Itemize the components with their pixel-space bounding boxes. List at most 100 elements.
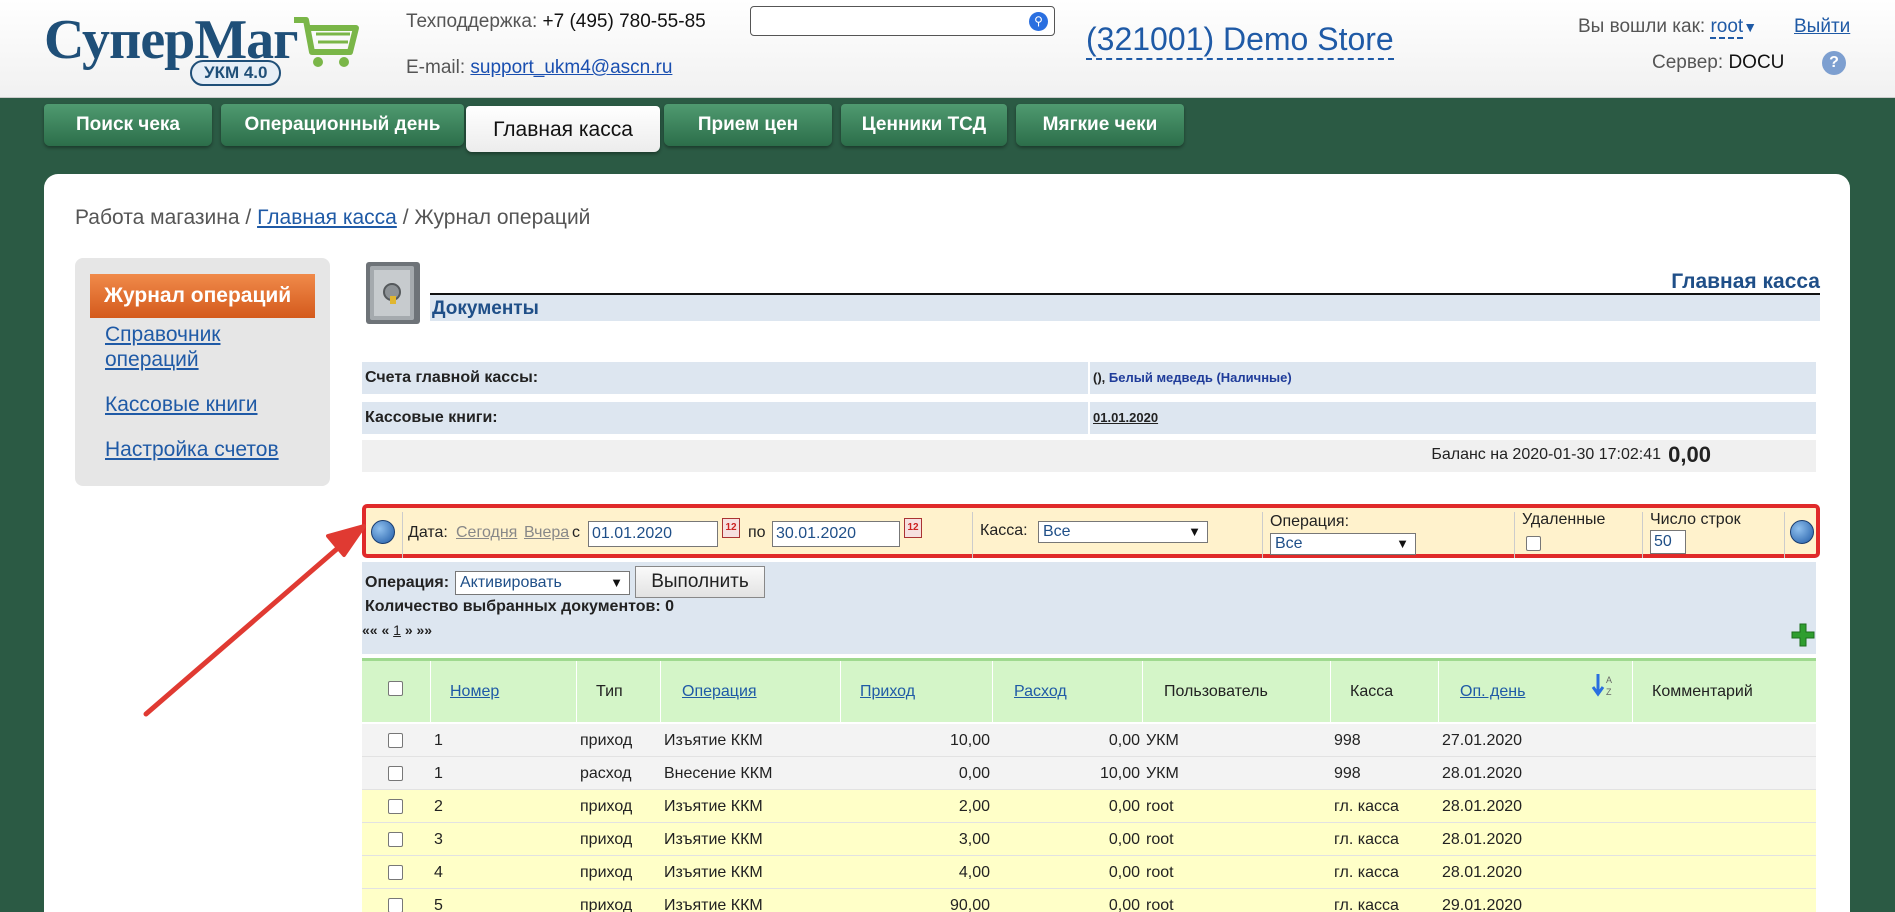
column-header-expense[interactable]: Расход: [1014, 661, 1067, 722]
divider: [1514, 512, 1515, 558]
sidebar-item-accounts-settings[interactable]: Настройка счетов: [105, 437, 279, 462]
cell-kassa: гл. касса: [1334, 831, 1399, 848]
to-label: по: [748, 524, 766, 541]
store-selector[interactable]: (321001) Demo Store: [1086, 20, 1394, 60]
table-row[interactable]: 1 расход Внесение ККМ 0,00 10,00 УКМ 998 28.01.…: [362, 757, 1816, 790]
column-header-operation[interactable]: Операция: [682, 661, 757, 722]
support-email-link[interactable]: support_ukm4@ascn.ru: [470, 57, 672, 78]
kassa-select[interactable]: Все ▼: [1038, 521, 1208, 543]
column-header-user: Пользователь: [1164, 683, 1268, 700]
cell-user: root: [1146, 798, 1174, 815]
column-header-comment: Комментарий: [1652, 683, 1753, 700]
tab-soft-checks[interactable]: Мягкие чеки: [1016, 104, 1184, 146]
filter-bar: Дата: Сегодня Вчера с 01.01.2020 12 по 3…: [362, 504, 1820, 558]
cell-out: 0,00: [1108, 732, 1140, 749]
divider: [576, 661, 577, 722]
cell-kassa: гл. касса: [1334, 897, 1399, 912]
yesterday-link[interactable]: Вчера: [524, 524, 569, 542]
divider: [1632, 661, 1633, 722]
sidebar-item-cash-books[interactable]: Кассовые книги: [105, 392, 258, 417]
date-label: Дата:: [408, 524, 448, 541]
tab-price-tags-tsd[interactable]: Ценники ТСД: [841, 104, 1007, 146]
pager-page[interactable]: 1: [393, 622, 401, 638]
refresh-icon[interactable]: [371, 520, 395, 544]
select-all-checkbox[interactable]: [388, 681, 403, 696]
column-header-number[interactable]: Номер: [450, 661, 499, 722]
breadcrumb-main-cash-link[interactable]: Главная касса: [257, 206, 397, 229]
cell-op: Изъятие ККМ: [664, 864, 763, 881]
logout-link[interactable]: Выйти: [1794, 16, 1850, 38]
cell-type: приход: [580, 732, 633, 749]
table-row[interactable]: 2 приход Изъятие ККМ 2,00 0,00 root гл. касса 2…: [362, 790, 1816, 823]
rows-count-input[interactable]: 50: [1650, 530, 1686, 554]
search-icon[interactable]: ⚲: [1029, 12, 1048, 31]
sort-desc-icon[interactable]: A Z: [1590, 672, 1618, 700]
add-icon[interactable]: [1790, 622, 1816, 648]
today-link[interactable]: Сегодня: [456, 524, 517, 542]
deleted-checkbox[interactable]: [1526, 536, 1541, 551]
row-checkbox[interactable]: [388, 898, 403, 912]
search-input[interactable]: ⚲: [750, 6, 1055, 36]
calendar-icon[interactable]: 12: [722, 518, 740, 538]
column-header-income[interactable]: Приход: [860, 661, 915, 722]
row-checkbox[interactable]: [388, 733, 403, 748]
login-label: Вы вошли как:: [1578, 16, 1706, 37]
svg-text:Z: Z: [1606, 687, 1612, 697]
tab-operational-day[interactable]: Операционный день: [221, 104, 464, 146]
section-title: Главная касса: [1671, 270, 1820, 293]
accounts-link[interactable]: Белый медведь (Наличные): [1109, 370, 1292, 385]
sidebar-item-operations-journal[interactable]: Журнал операций: [90, 274, 315, 318]
calendar-icon[interactable]: 12: [904, 518, 922, 538]
cell-day: 27.01.2020: [1442, 732, 1523, 749]
accounts-value: (), Белый медведь (Наличные): [1090, 362, 1816, 394]
cell-in: 90,00: [949, 897, 990, 912]
divider: [1142, 661, 1143, 722]
chevron-down-icon: ▼: [610, 575, 623, 590]
from-label: с: [572, 524, 580, 541]
tab-main-cash[interactable]: Главная касса: [466, 106, 660, 152]
column-header-op-day[interactable]: Оп. день: [1460, 661, 1525, 722]
chevron-down-icon: ▼: [1396, 536, 1409, 551]
cell-op: Внесение ККМ: [664, 765, 773, 782]
user-menu[interactable]: root: [1710, 16, 1744, 39]
execute-button[interactable]: Выполнить: [635, 566, 765, 598]
table-row[interactable]: 5 приход Изъятие ККМ 90,00 0,00 root гл. касса…: [362, 889, 1816, 912]
operation-filter-select[interactable]: Все ▼: [1270, 533, 1416, 555]
cell-num: 1: [434, 765, 443, 782]
pager-next[interactable]: » »»: [405, 622, 432, 638]
cell-kassa: гл. касса: [1334, 864, 1399, 881]
cell-comment: [1636, 889, 1806, 912]
tab-check-search[interactable]: Поиск чека: [44, 104, 212, 146]
supermag-logo[interactable]: СуперМаг УКМ 4.0: [44, 8, 359, 88]
tab-price-receipt[interactable]: Прием цен: [664, 104, 832, 146]
table-row[interactable]: 1 приход Изъятие ККМ 10,00 0,00 УКМ 998 27.01.2…: [362, 724, 1816, 757]
cell-type: приход: [580, 897, 633, 912]
row-checkbox[interactable]: [388, 766, 403, 781]
accounts-row: Счета главной кассы: (), Белый медведь (…: [362, 362, 1816, 394]
cash-book-link[interactable]: 01.01.2020: [1093, 410, 1158, 425]
bulk-operation-select[interactable]: Активировать ▼: [455, 571, 630, 595]
divider: [402, 512, 403, 558]
cell-op: Изъятие ККМ: [664, 897, 763, 912]
refresh-icon[interactable]: [1790, 520, 1814, 544]
documents-title: Документы: [432, 298, 539, 319]
breadcrumb-root: Работа магазина: [75, 206, 240, 229]
row-checkbox[interactable]: [388, 865, 403, 880]
sidebar-item-operations-reference[interactable]: Справочник операций: [105, 322, 221, 372]
date-to-input[interactable]: 30.01.2020: [772, 521, 900, 547]
table-row[interactable]: 3 приход Изъятие ККМ 3,00 0,00 root гл. касса 2…: [362, 823, 1816, 856]
balance-value: 0,00: [1668, 442, 1711, 467]
table-row[interactable]: 4 приход Изъятие ККМ 4,00 0,00 root гл. касса 2…: [362, 856, 1816, 889]
breadcrumb-separator: /: [402, 206, 409, 229]
chevron-down-icon[interactable]: ▼: [1743, 19, 1757, 35]
sidebar-item-label: Справочник: [105, 323, 221, 346]
date-from-input[interactable]: 01.01.2020: [588, 521, 718, 547]
divider: [972, 512, 973, 558]
cell-in: 3,00: [958, 831, 990, 848]
pager-prev[interactable]: «« «: [362, 622, 389, 638]
row-checkbox[interactable]: [388, 832, 403, 847]
help-icon[interactable]: ?: [1822, 51, 1846, 75]
row-checkbox[interactable]: [388, 799, 403, 814]
safe-icon: [366, 262, 420, 324]
cell-num: 4: [434, 864, 443, 881]
